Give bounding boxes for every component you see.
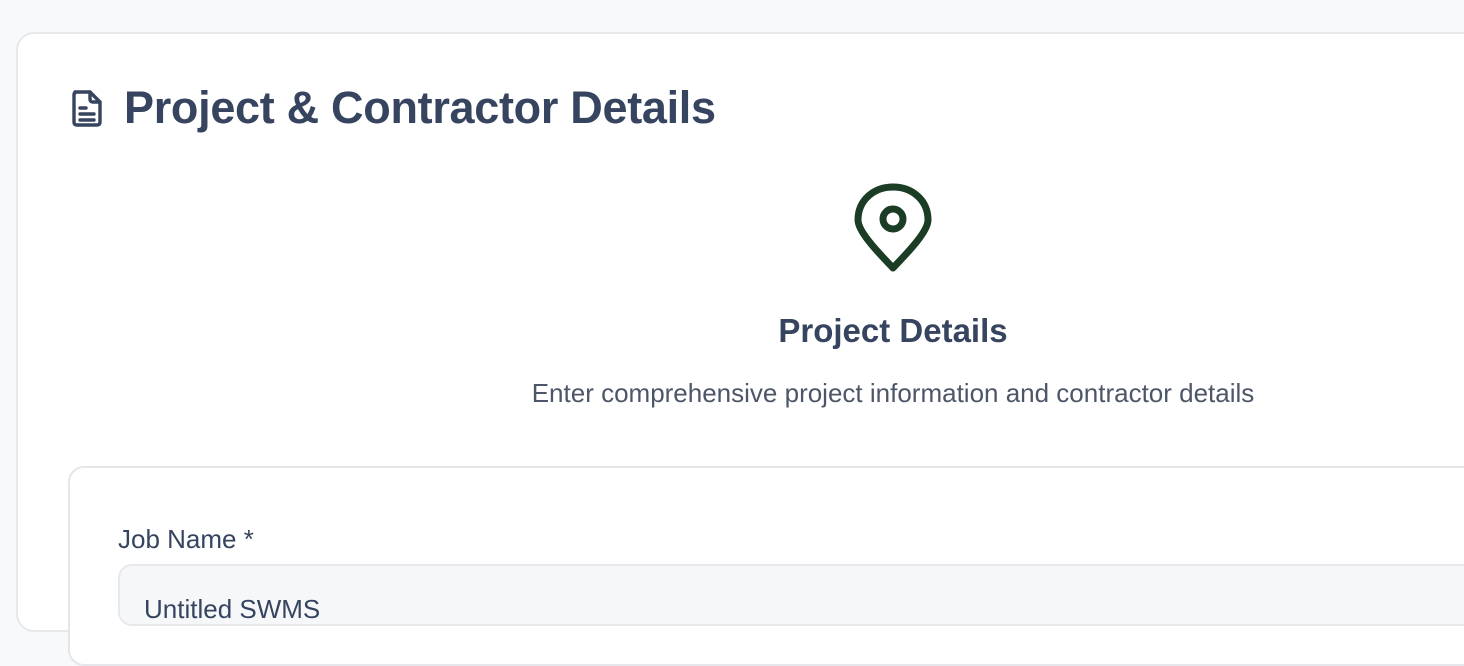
- section-subtitle: Enter comprehensive project information …: [531, 378, 1255, 408]
- document-icon: [70, 88, 104, 128]
- card-header: Project & Contractor Details: [70, 82, 716, 134]
- job-name-label: Job Name *: [118, 524, 254, 554]
- project-details-hero: Project Details Enter comprehensive proj…: [18, 182, 1464, 409]
- project-contractor-card: Project & Contractor Details Project Det…: [16, 32, 1464, 666]
- job-name-input[interactable]: [118, 564, 1464, 626]
- map-pin-icon: [852, 182, 934, 274]
- project-form-panel: Job Name *: [68, 466, 1464, 666]
- section-title: Project Details: [778, 312, 1008, 349]
- page-title: Project & Contractor Details: [124, 82, 716, 133]
